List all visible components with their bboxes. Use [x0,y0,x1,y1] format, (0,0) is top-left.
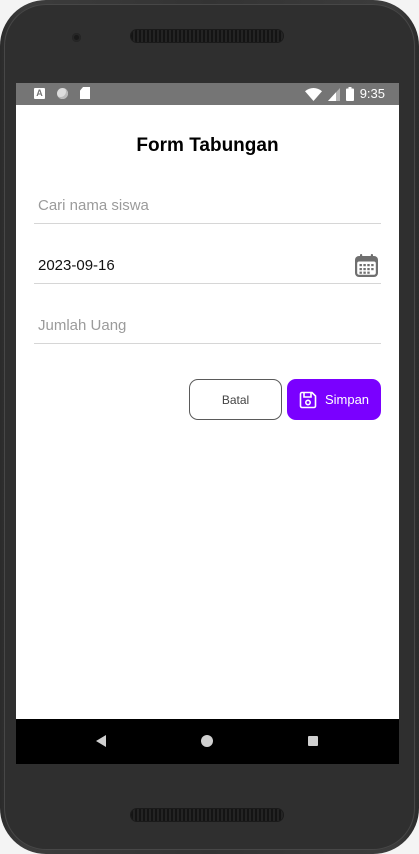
status-bar: A 9:35 [16,83,399,105]
amount-placeholder[interactable]: Jumlah Uang [38,317,126,334]
wifi-icon [304,87,322,101]
bottom-speaker [131,809,283,821]
date-field[interactable]: 2023-09-16 [34,247,381,284]
date-value[interactable]: 2023-09-16 [38,257,115,274]
battery-icon [345,87,354,101]
status-time: 9:35 [359,86,385,101]
student-search-field[interactable]: Cari nama siswa [34,187,381,224]
save-button[interactable]: Simpan [287,379,381,420]
recents-icon[interactable] [308,736,318,746]
cancel-button[interactable]: Batal [189,379,282,420]
student-search-placeholder[interactable]: Cari nama siswa [38,197,149,214]
save-button-label: Simpan [324,392,370,407]
save-icon [299,391,317,408]
cancel-button-label: Batal [221,392,250,407]
status-left-icons: A [34,87,90,99]
device-frame: A 9:35 Form Tabungan Cari nama siswa 202… [0,0,419,854]
status-right-icons: 9:35 [304,86,385,102]
page-title: Form Tabungan [136,135,279,156]
top-speaker [131,30,283,42]
app-screen: A 9:35 Form Tabungan Cari nama siswa 202… [16,83,399,764]
back-icon[interactable] [96,735,106,747]
calendar-icon[interactable] [354,253,379,278]
front-camera [72,33,81,42]
signal-icon [327,87,340,101]
sd-card-icon [80,87,90,99]
navigation-bar [16,719,399,764]
sync-icon [57,87,68,99]
home-icon[interactable] [201,735,213,747]
amount-field[interactable]: Jumlah Uang [34,307,381,344]
a-icon: A [34,87,45,99]
